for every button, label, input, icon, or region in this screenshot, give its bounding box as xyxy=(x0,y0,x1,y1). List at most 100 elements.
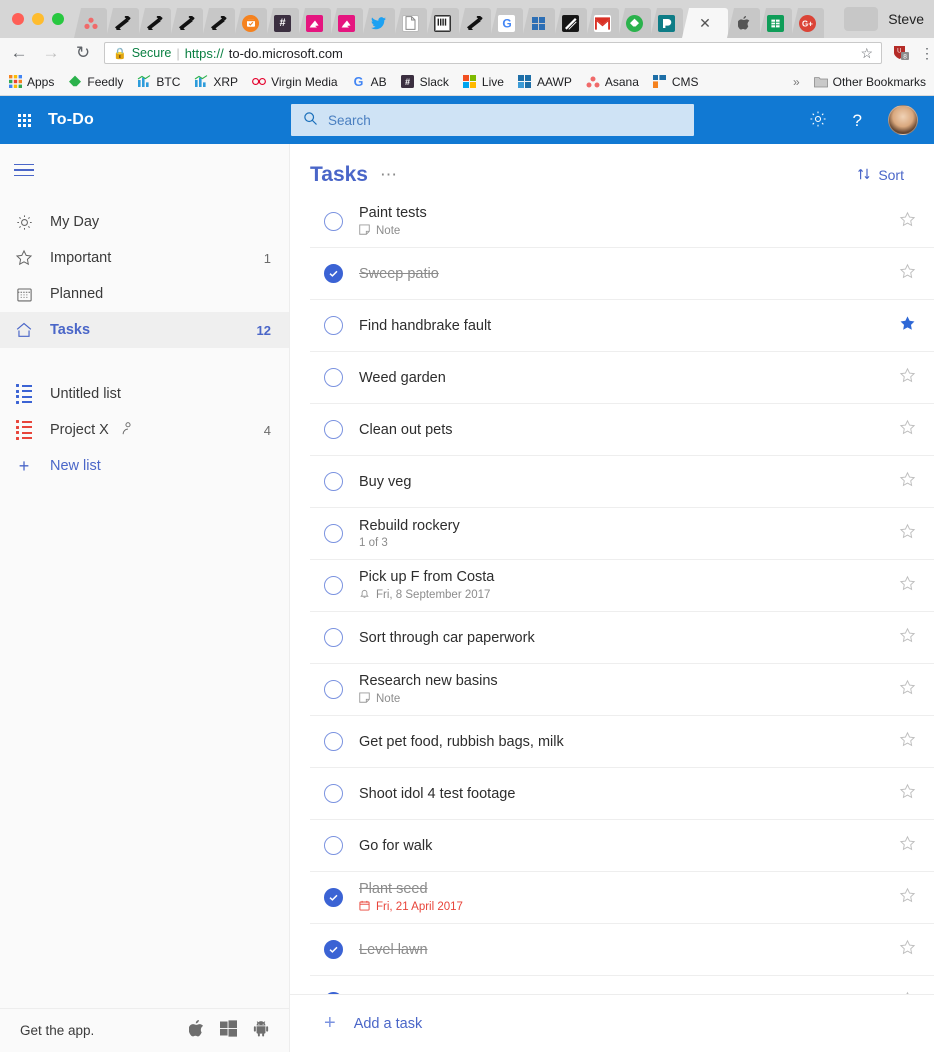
hamburger-icon[interactable] xyxy=(0,144,289,196)
browser-tab[interactable] xyxy=(458,8,491,38)
reload-button[interactable]: ↻ xyxy=(72,42,94,64)
sidebar-item-my-day[interactable]: My Day xyxy=(0,204,289,240)
bookmark-item[interactable]: Feedly xyxy=(68,75,123,89)
browser-tab[interactable] xyxy=(138,8,171,38)
other-bookmarks-folder[interactable]: Other Bookmarks xyxy=(813,75,926,89)
gear-icon[interactable] xyxy=(809,110,827,131)
task-star-icon[interactable] xyxy=(899,835,916,857)
android-icon[interactable] xyxy=(253,1020,269,1042)
task-star-icon[interactable] xyxy=(899,679,916,701)
sort-button[interactable]: Sort xyxy=(857,167,904,184)
task-row[interactable]: Sort through car paperwork xyxy=(310,612,934,664)
sidebar-list-untitled-list[interactable]: Untitled list xyxy=(0,376,289,412)
address-bar[interactable]: 🔒 Secure | https:// to-do.microsoft.com … xyxy=(104,42,882,64)
task-row[interactable]: Paint tests Note xyxy=(310,196,934,248)
search-box[interactable] xyxy=(291,104,695,136)
browser-tab[interactable] xyxy=(362,8,395,38)
browser-tabs[interactable]: # G ✕ G+ xyxy=(74,0,838,38)
task-row[interactable]: Go for walk xyxy=(310,820,934,872)
browser-tab[interactable] xyxy=(522,8,555,38)
browser-tab[interactable] xyxy=(586,8,619,38)
task-checkbox[interactable] xyxy=(324,524,343,543)
task-checkbox[interactable] xyxy=(324,316,343,335)
task-star-icon[interactable] xyxy=(899,419,916,441)
bookmark-item[interactable]: BTC xyxy=(137,75,180,89)
browser-tab[interactable] xyxy=(330,8,363,38)
task-row[interactable]: Level lawn xyxy=(310,924,934,976)
new-tab-button[interactable] xyxy=(844,7,879,31)
ublock-extension-icon[interactable]: U 8 xyxy=(892,44,910,62)
help-icon[interactable]: ? xyxy=(853,112,862,129)
task-checkbox[interactable] xyxy=(324,732,343,751)
task-row[interactable]: Weed garden xyxy=(310,352,934,404)
bookmark-item[interactable]: Asana xyxy=(586,75,639,89)
task-row[interactable]: Rebuild rockery 1 of 3 xyxy=(310,508,934,560)
windows-icon[interactable] xyxy=(220,1019,237,1042)
browser-tab[interactable] xyxy=(426,8,459,38)
ellipsis-icon[interactable]: ⋯ xyxy=(380,165,398,185)
avatar[interactable] xyxy=(888,105,918,135)
sidebar-item-important[interactable]: Important 1 xyxy=(0,240,289,276)
bookmark-item[interactable]: AAWP xyxy=(518,75,572,89)
add-task-button[interactable]: + Add a task xyxy=(290,994,934,1052)
task-checkbox-checked[interactable] xyxy=(324,888,343,907)
browser-tab[interactable] xyxy=(618,8,651,38)
task-star-icon[interactable] xyxy=(899,939,916,961)
task-checkbox[interactable] xyxy=(324,576,343,595)
task-row[interactable]: Get pet food, rubbish bags, milk xyxy=(310,716,934,768)
task-row[interactable]: Plant seed Fri, 21 April 2017 xyxy=(310,872,934,924)
search-input[interactable] xyxy=(328,112,683,128)
browser-tab[interactable]: # xyxy=(266,8,299,38)
task-star-icon[interactable] xyxy=(899,211,916,233)
task-row[interactable]: Pick up F from Costa Fri, 8 September 201… xyxy=(310,560,934,612)
task-star-icon[interactable] xyxy=(899,523,916,545)
task-star-icon[interactable] xyxy=(899,471,916,493)
task-star-icon[interactable] xyxy=(899,263,916,285)
browser-tab[interactable] xyxy=(759,8,792,38)
sidebar-list-project-x[interactable]: Project X 4 xyxy=(0,412,289,448)
browser-tab[interactable] xyxy=(202,8,235,38)
apple-icon[interactable] xyxy=(188,1019,204,1042)
bookmarks-overflow-icon[interactable]: » xyxy=(793,75,800,89)
browser-tab[interactable] xyxy=(74,8,107,38)
bookmark-item[interactable]: Live xyxy=(463,75,504,89)
browser-tab[interactable] xyxy=(727,8,760,38)
browser-tab[interactable] xyxy=(298,8,331,38)
task-star-icon[interactable] xyxy=(899,367,916,389)
window-controls[interactable] xyxy=(8,0,74,38)
task-row[interactable]: Clean out pets xyxy=(310,404,934,456)
task-row[interactable] xyxy=(310,976,934,994)
task-checkbox[interactable] xyxy=(324,212,343,231)
maximize-window-button[interactable] xyxy=(52,13,64,25)
page-title[interactable]: Tasks xyxy=(310,163,368,187)
bookmark-item[interactable]: Virgin Media xyxy=(252,75,338,89)
browser-tab[interactable] xyxy=(234,8,267,38)
task-star-icon[interactable] xyxy=(899,627,916,649)
task-star-icon[interactable] xyxy=(899,575,916,597)
task-row[interactable]: Buy veg xyxy=(310,456,934,508)
task-star-icon[interactable] xyxy=(899,731,916,753)
browser-tab[interactable]: G+ xyxy=(791,8,824,38)
browser-tab[interactable] xyxy=(106,8,139,38)
minimize-window-button[interactable] xyxy=(32,13,44,25)
task-checkbox-checked[interactable] xyxy=(324,264,343,283)
bookmark-item[interactable]: CMS xyxy=(653,75,699,89)
browser-tab[interactable] xyxy=(554,8,587,38)
task-checkbox[interactable] xyxy=(324,628,343,647)
task-checkbox[interactable] xyxy=(324,680,343,699)
bookmark-item[interactable]: Apps xyxy=(8,75,54,89)
browser-tab[interactable] xyxy=(170,8,203,38)
task-checkbox[interactable] xyxy=(324,784,343,803)
bookmark-item[interactable]: G AB xyxy=(352,75,387,89)
browser-tab[interactable] xyxy=(394,8,427,38)
task-checkbox[interactable] xyxy=(324,368,343,387)
task-row[interactable]: Find handbrake fault xyxy=(310,300,934,352)
task-star-icon[interactable] xyxy=(899,887,916,909)
task-checkbox-checked[interactable] xyxy=(324,940,343,959)
bookmark-item[interactable]: XRP xyxy=(194,75,238,89)
task-checkbox[interactable] xyxy=(324,472,343,491)
browser-profile-name[interactable]: Steve xyxy=(888,11,934,27)
task-row[interactable]: Sweep patio xyxy=(310,248,934,300)
task-row[interactable]: Shoot idol 4 test footage xyxy=(310,768,934,820)
task-row[interactable]: Research new basins Note xyxy=(310,664,934,716)
